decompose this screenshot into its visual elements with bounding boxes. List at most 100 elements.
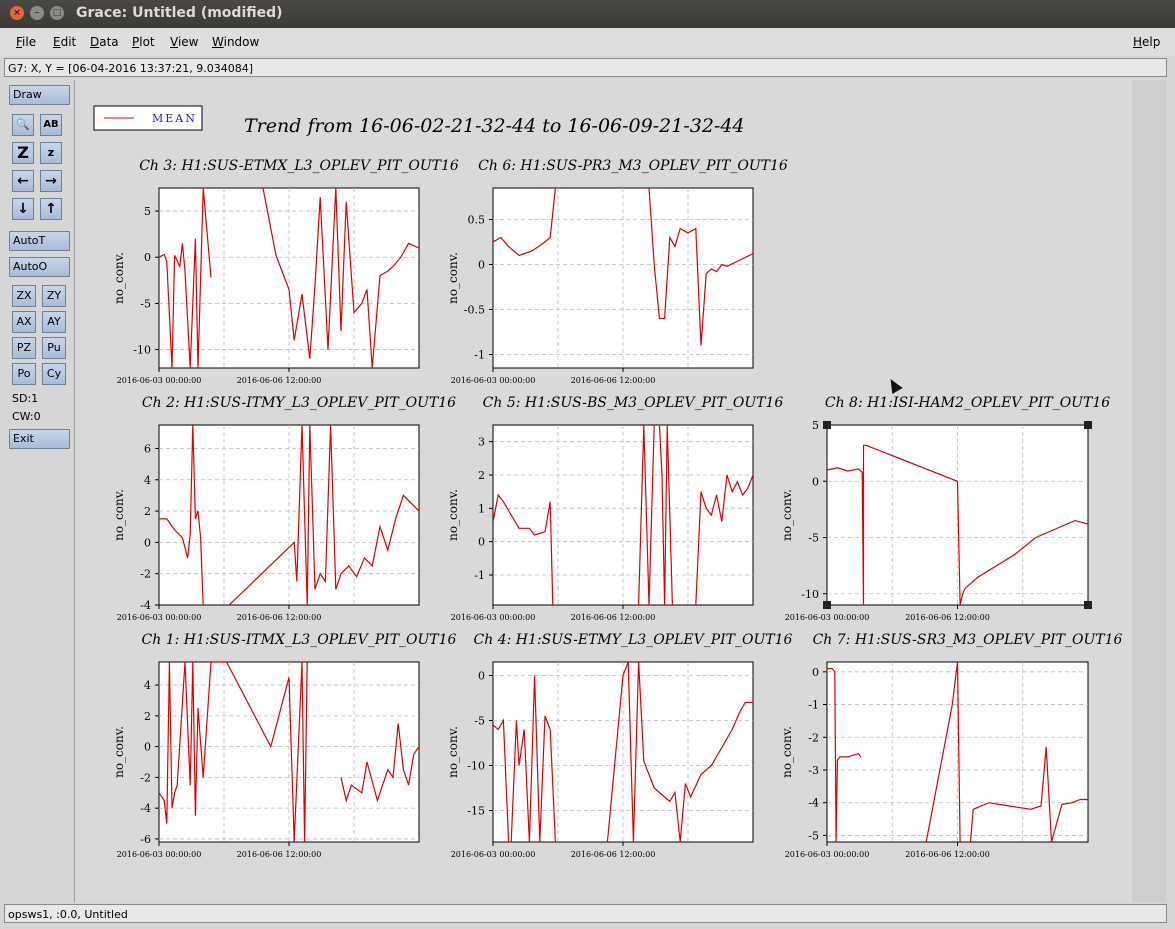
maximize-window-icon[interactable]: □ [50,6,64,20]
plot-frame [492,424,754,606]
chart-7[interactable]: 0 -5 -10 -15 2016-06-03 00:00:00 2016-06-06 1… [446,632,793,859]
arrow-left-icon[interactable]: ← [12,170,34,192]
y-tick-label: -1 [474,569,485,582]
graph-canvas[interactable]: MEAN Trend from 16-06-02-21-32-44 to 16-… [76,80,1166,902]
x-tick-label: 2016-06-06 12:00:00 [571,376,656,385]
menubar: File Edit Data Plot View Window Help [0,28,1175,56]
arrow-up-icon[interactable]: ↑ [40,198,62,220]
x-tick-label: 2016-06-06 12:00:00 [237,376,322,385]
x-tick-label: 2016-06-03 00:00:00 [785,613,870,622]
x-tick-label: 2016-06-06 12:00:00 [237,850,322,859]
y-tick-label: -5 [474,715,485,728]
tool-panel: Draw 🔍 AB Z z ← → ↓ ↑ AutoT AutoO ZX ZY … [2,80,75,902]
close-window-icon[interactable]: × [10,6,24,20]
selection-handle [823,601,831,609]
canvas-margin [1132,80,1166,902]
y-tick-label: -0.5 [464,304,485,317]
x-tick-label: 2016-06-06 12:00:00 [571,850,656,859]
y-axis-label: no_conv. [112,726,126,778]
cy-button[interactable]: Cy [42,363,66,385]
y-tick-label: -4 [140,599,151,612]
x-tick-label: 2016-06-03 00:00:00 [785,850,870,859]
chart-title: Ch 3: H1:SUS-ETMX_L3_OPLEV_PIT_OUT16 [139,158,459,174]
y-axis-label: no_conv. [112,489,126,541]
status-bar: opsws1, :0.0, Untitled [4,904,1167,923]
chart-3[interactable]: 6 4 2 0 -2 -42016-06-03 00:00:00 2016-06-06 12… [112,395,456,622]
zx-button[interactable]: ZX [12,285,36,307]
pu-button[interactable]: Pu [42,337,66,359]
y-axis-label: no_conv. [780,726,794,778]
menu-edit[interactable]: Edit [53,35,76,49]
plot-area[interactable]: MEAN Trend from 16-06-02-21-32-44 to 16-… [76,80,1132,902]
chart-1[interactable]: 5 0 -5 -10 2016-06-03 00:00:00 2016-06-06 12:… [112,158,459,385]
chart-8[interactable]: 0 -1 -2 -3 -4 -5 2016-06-03 00:00:00 2016-06-06… [780,632,1123,859]
menu-data[interactable]: Data [90,35,119,49]
cw-label: CW:0 [12,410,41,423]
plot-frame [826,424,1089,606]
window-title: Grace: Untitled (modified) [76,5,283,21]
y-tick-label: -2 [808,731,819,744]
zoom-z-big-button[interactable]: Z [12,142,34,164]
ay-button[interactable]: AY [42,311,66,333]
x-tick-label: 2016-06-06 12:00:00 [237,613,322,622]
y-axis-label: no_conv. [446,489,460,541]
chart-title: Ch 5: H1:SUS-BS_M3_OPLEV_PIT_OUT16 [483,395,784,411]
menu-plot[interactable]: Plot [132,35,155,49]
x-tick-label: 2016-06-03 00:00:00 [451,613,536,622]
legend-box[interactable]: MEAN [93,105,203,131]
arrow-right-icon[interactable]: → [40,170,62,192]
y-tick-label: -15 [467,805,485,818]
y-tick-label: -5 [140,297,151,310]
zoom-icon[interactable]: 🔍 [12,114,34,136]
menu-file[interactable]: File [16,35,36,49]
y-tick-label: 0.5 [468,214,486,227]
zy-button[interactable]: ZY [42,285,66,307]
menu-help[interactable]: Help [1133,35,1160,49]
y-tick-label: -4 [808,797,819,810]
x-tick-label: 2016-06-03 00:00:00 [451,850,536,859]
y-tick-label: 3 [478,436,485,449]
autot-button[interactable]: AutoT [9,231,70,251]
y-tick-label: -1 [474,349,485,362]
y-tick-label: 2 [478,469,485,482]
draw-button[interactable]: Draw [9,85,70,105]
y-tick-label: -3 [808,764,819,777]
selection-handle [823,421,831,429]
y-tick-label: -5 [808,532,819,545]
y-tick-label: -2 [140,568,151,581]
arrow-down-icon[interactable]: ↓ [12,198,34,220]
page-title: Trend from 16-06-02-21-32-44 to 16-06-09… [244,115,745,137]
autoo-button[interactable]: AutoO [9,257,70,277]
menu-window[interactable]: Window [212,35,259,49]
ax-button[interactable]: AX [12,311,36,333]
menu-view[interactable]: View [170,35,198,49]
y-tick-label: -4 [140,802,151,815]
chart-2[interactable]: 0.5 0 -0.5 -1 2016-06-03 00:00:00 2016-06-06 … [446,158,788,385]
y-tick-label: 1 [478,502,485,515]
y-tick-label: 0 [478,259,485,272]
chart-title: Ch 7: H1:SUS-SR3_M3_OPLEV_PIT_OUT16 [813,632,1123,648]
y-tick-label: -1 [808,699,819,712]
y-tick-label: 2 [144,710,151,723]
chart-4[interactable]: 3 2 1 0 -1 2016-06-03 00:00:00 2016-06-06 12:0… [446,395,783,622]
legend-label: MEAN [152,112,197,125]
text-tool-icon[interactable]: AB [40,114,62,136]
po-button[interactable]: Po [12,363,36,385]
x-tick-label: 2016-06-03 00:00:00 [117,376,202,385]
locator-readout: G7: X, Y = [06-04-2016 13:37:21, 9.03408… [4,58,1167,77]
x-tick-label: 2016-06-03 00:00:00 [451,376,536,385]
pz-button[interactable]: PZ [12,337,36,359]
chart-5[interactable]: 5 0 -5 -10 2016-06-03 00:00:00 2016-06-06 12:… [780,395,1110,622]
zoom-z-small-button[interactable]: z [40,142,62,164]
chart-6[interactable]: 4 2 0 -2 -4 -6 2016-06-03 00:00:00 2016-06-06 1… [112,632,457,859]
exit-button[interactable]: Exit [9,429,70,449]
y-tick-label: 4 [144,474,151,487]
x-tick-label: 2016-06-03 00:00:00 [117,613,202,622]
y-tick-label: -5 [808,829,819,842]
y-tick-label: 4 [144,679,151,692]
y-tick-label: 2 [144,505,151,518]
x-tick-label: 2016-06-03 00:00:00 [117,850,202,859]
minimize-window-icon[interactable]: – [30,6,44,20]
chart-title: Ch 8: H1:ISI-HAM2_OPLEV_PIT_OUT16 [825,395,1110,411]
y-axis-label: no_conv. [446,252,460,304]
